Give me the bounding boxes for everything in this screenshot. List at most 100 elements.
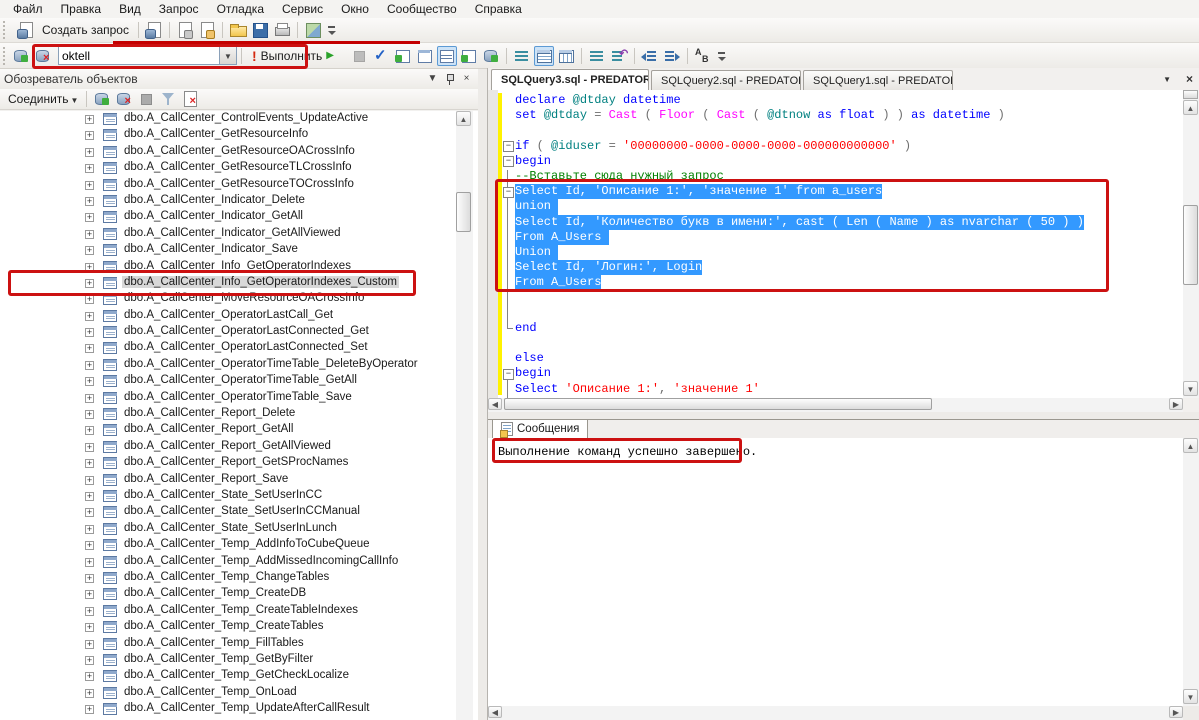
expand-plus-icon[interactable] [85, 131, 94, 140]
editor-tab[interactable]: SQLQuery3.sql - PREDATORXXX...58))* [491, 69, 649, 90]
tree-row[interactable]: dbo.A_CallCenter_Report_Save [0, 472, 478, 488]
parse-query-icon[interactable] [372, 47, 390, 65]
tree-row[interactable]: dbo.A_CallCenter_Temp_CreateTables [0, 619, 478, 635]
code-line[interactable] [502, 306, 1183, 321]
expand-plus-icon[interactable] [85, 508, 94, 517]
expand-plus-icon[interactable] [85, 246, 94, 255]
expand-plus-icon[interactable] [85, 197, 94, 206]
expand-plus-icon[interactable] [85, 148, 94, 157]
query-options-icon[interactable] [482, 47, 500, 65]
messages-hscrollbar[interactable]: ◀ ▶ [488, 706, 1183, 720]
expand-plus-icon[interactable] [85, 164, 94, 173]
expand-plus-icon[interactable] [85, 705, 94, 714]
code-line[interactable]: Select Id, 'Количество букв в имени:', c… [502, 215, 1183, 230]
toolbar-grip[interactable] [2, 47, 7, 65]
expand-plus-icon[interactable] [85, 410, 94, 419]
expand-plus-icon[interactable] [85, 377, 94, 386]
tree-row[interactable]: dbo.A_CallCenter_Info_GetOperatorIndexes [0, 259, 478, 275]
window-position-icon[interactable]: ▼ [425, 72, 440, 86]
code-line[interactable]: Select Id, 'Логин:', Login [502, 260, 1183, 275]
tree-row[interactable]: dbo.A_CallCenter_Temp_AddMissedIncomingC… [0, 554, 478, 570]
expand-plus-icon[interactable] [85, 672, 94, 681]
expand-plus-icon[interactable] [85, 574, 94, 583]
code-line[interactable]: Select Id, 'Описание 1:', 'значение 1' f… [502, 184, 1183, 199]
menu-item-Сообщество[interactable]: Сообщество [378, 1, 466, 17]
tree-row[interactable]: dbo.A_CallCenter_Indicator_GetAllViewed [0, 226, 478, 242]
editor-hscrollbar-thumb[interactable] [504, 398, 932, 410]
vertical-splitter[interactable] [478, 69, 487, 720]
expand-plus-icon[interactable] [85, 295, 94, 304]
menu-item-Окно[interactable]: Окно [332, 1, 378, 17]
expand-plus-icon[interactable] [85, 213, 94, 222]
increase-indent-icon[interactable] [663, 47, 681, 65]
results-to-text-icon[interactable] [513, 47, 531, 65]
scroll-right-icon[interactable]: ▶ [1169, 706, 1183, 718]
tab-list-dropdown-icon[interactable]: ▼ [1163, 75, 1171, 84]
tree-row[interactable]: dbo.A_CallCenter_Temp_OnLoad [0, 685, 478, 701]
editor-hscrollbar[interactable]: ◀ ▶ [488, 398, 1183, 412]
menu-item-Вид[interactable]: Вид [110, 1, 150, 17]
tree-row[interactable]: dbo.A_CallCenter_Temp_GetByFilter [0, 652, 478, 668]
code-line[interactable]: begin [502, 154, 1183, 169]
tree-row[interactable]: dbo.A_CallCenter_OperatorTimeTable_Delet… [0, 357, 478, 373]
scroll-down-icon[interactable]: ▼ [1183, 381, 1198, 396]
tree-row[interactable]: dbo.A_CallCenter_GetResourceOACrossInfo [0, 144, 478, 160]
tree-row[interactable]: dbo.A_CallCenter_ControlEvents_UpdateAct… [0, 111, 478, 127]
scroll-down-icon[interactable]: ▼ [1183, 689, 1198, 704]
expand-plus-icon[interactable] [85, 443, 94, 452]
connect-object-icon[interactable] [93, 90, 111, 108]
save-icon[interactable] [251, 21, 269, 39]
expand-plus-icon[interactable] [85, 492, 94, 501]
tree-row[interactable]: dbo.A_CallCenter_Indicator_Save [0, 242, 478, 258]
expand-plus-icon[interactable] [85, 541, 94, 550]
toolbar-grip[interactable] [2, 21, 7, 39]
tree-row[interactable]: dbo.A_CallCenter_Temp_AddInfoToCubeQueue [0, 537, 478, 553]
results-to-file-icon[interactable] [557, 47, 575, 65]
expand-plus-icon[interactable] [85, 525, 94, 534]
expand-plus-icon[interactable] [85, 426, 94, 435]
tree-row[interactable]: dbo.A_CallCenter_OperatorTimeTable_GetAl… [0, 373, 478, 389]
editor-vscrollbar[interactable]: ▲ ▼ [1183, 90, 1199, 398]
tree-scrollbar[interactable]: ▲ [456, 111, 473, 720]
connect-database-icon[interactable] [12, 47, 30, 65]
code-line[interactable]: From A_Users [502, 275, 1183, 290]
connect-button[interactable]: Соединить▼ [4, 92, 82, 106]
expand-plus-icon[interactable] [85, 656, 94, 665]
editor-tab[interactable]: SQLQuery2.sql - PREDATORXXX...53))* [651, 70, 801, 90]
splitter-handle[interactable] [1183, 90, 1198, 99]
expand-plus-icon[interactable] [85, 689, 94, 698]
expand-plus-icon[interactable] [85, 459, 94, 468]
menu-item-Запрос[interactable]: Запрос [150, 1, 208, 17]
tree-row[interactable]: dbo.A_CallCenter_OperatorTimeTable_Save [0, 390, 478, 406]
tree-row[interactable]: dbo.A_CallCenter_OperatorLastConnected_S… [0, 340, 478, 356]
messages-tab[interactable]: Сообщения [492, 420, 588, 439]
expand-plus-icon[interactable] [85, 607, 94, 616]
code-line[interactable]: Select 'Описание 1:', 'значение 1' [502, 382, 1183, 397]
expand-plus-icon[interactable] [85, 590, 94, 599]
results-to-grid-icon[interactable] [535, 47, 553, 65]
editor-tab[interactable]: SQLQuery1.sql - PREDATORXXX...54))* [803, 70, 953, 90]
scroll-up-icon[interactable]: ▲ [1183, 100, 1198, 115]
tree-row[interactable]: dbo.A_CallCenter_Temp_UpdateAfterCallRes… [0, 701, 478, 717]
tree-row[interactable]: dbo.A_CallCenter_Temp_GetCheckLocalize [0, 668, 478, 684]
code-line[interactable]: end [502, 321, 1183, 336]
menu-item-Справка[interactable]: Справка [466, 1, 531, 17]
tree-row[interactable]: dbo.A_CallCenter_Temp_CreateDB [0, 586, 478, 602]
close-panel-icon[interactable]: × [459, 72, 474, 86]
code-line[interactable]: begin [502, 366, 1183, 381]
tree-row[interactable]: dbo.A_CallCenter_State_SetUserInCCManual [0, 504, 478, 520]
tree-row[interactable]: dbo.A_CallCenter_GetResourceInfo [0, 127, 478, 143]
debug-query-icon[interactable] [394, 47, 412, 65]
expand-plus-icon[interactable] [85, 623, 94, 632]
code-line[interactable]: union [502, 199, 1183, 214]
editor-vscrollbar-thumb[interactable] [1183, 205, 1198, 285]
expand-plus-icon[interactable] [85, 361, 94, 370]
uncomment-lines-icon[interactable] [610, 47, 628, 65]
code-area[interactable]: declare @dtday datetimeset @dtday = Cast… [488, 90, 1183, 398]
scroll-right-icon[interactable]: ▶ [1169, 398, 1183, 410]
tree-row[interactable]: dbo.A_CallCenter_MoveResourceOACrossInfo [0, 291, 478, 307]
code-line[interactable]: set @dtday = Cast ( Floor ( Cast ( @dtno… [502, 108, 1183, 123]
toolbar-overflow-icon[interactable] [716, 48, 728, 64]
tree-row[interactable]: dbo.A_CallCenter_GetResourceTLCrossInfo [0, 160, 478, 176]
disconnect-database-icon[interactable] [34, 47, 52, 65]
